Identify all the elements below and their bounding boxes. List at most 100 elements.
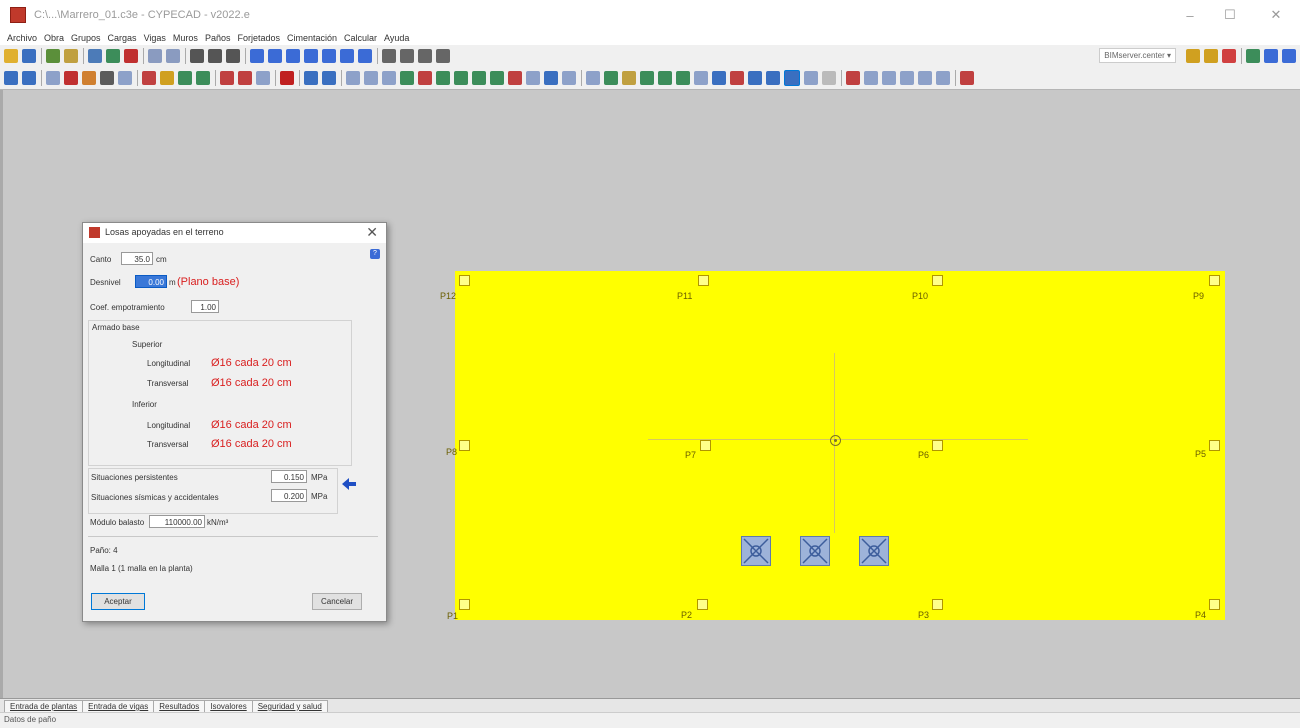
connect-icon[interactable] <box>490 70 504 85</box>
sup-long-value[interactable]: Ø16 cada 20 cm <box>211 357 292 369</box>
menu-panos[interactable]: Paños <box>205 33 231 43</box>
menu-muros[interactable]: Muros <box>173 33 198 43</box>
foundation-slab[interactable] <box>455 271 1225 620</box>
maximize-button[interactable]: ☐ <box>1210 0 1250 30</box>
strip-footing-icon[interactable] <box>472 70 486 85</box>
arrow-left-icon[interactable] <box>342 478 356 490</box>
zoom-all-icon[interactable] <box>304 48 318 63</box>
dialog-close-icon[interactable]: ✕ <box>366 224 378 241</box>
table-icon[interactable] <box>544 70 558 85</box>
layers-icon[interactable] <box>106 48 120 63</box>
wall-icon[interactable] <box>142 70 156 85</box>
opening-icon[interactable] <box>220 70 234 85</box>
column-p1[interactable] <box>459 599 470 610</box>
column-p5[interactable] <box>1209 440 1220 451</box>
inf-long-value[interactable]: Ø16 cada 20 cm <box>211 419 292 431</box>
accept-button[interactable]: Aceptar <box>91 593 145 610</box>
modulo-input[interactable]: 110000.00 <box>149 515 205 528</box>
print-icon[interactable] <box>864 70 878 85</box>
column-p6[interactable] <box>932 440 943 451</box>
sync-icon[interactable] <box>1264 48 1278 63</box>
load-icon[interactable] <box>82 70 96 85</box>
layers-view-icon[interactable] <box>694 70 708 85</box>
column-p8[interactable] <box>459 440 470 451</box>
hypotheses-icon[interactable] <box>676 70 690 85</box>
grid-icon[interactable] <box>382 48 396 63</box>
help-icon[interactable]: ? <box>370 249 380 259</box>
measure-icon[interactable] <box>436 48 450 63</box>
report-icon[interactable] <box>900 70 914 85</box>
desnivel-input[interactable]: 0.00 <box>135 275 167 288</box>
refresh-icon[interactable] <box>340 48 354 63</box>
column-p3[interactable] <box>932 599 943 610</box>
bimserver-combo[interactable]: BIMserver.center ▾ <box>1099 48 1176 63</box>
foundation-element-icon[interactable] <box>859 536 889 566</box>
beam-icon[interactable] <box>64 70 78 85</box>
ramp-icon[interactable] <box>256 70 270 85</box>
close-button[interactable]: ✕ <box>1256 0 1296 30</box>
snap-icon[interactable] <box>400 48 414 63</box>
floor-down-icon[interactable] <box>226 48 240 63</box>
menu-forjetados[interactable]: Forjetados <box>237 33 280 43</box>
column-p12[interactable] <box>459 275 470 286</box>
share-icon[interactable] <box>1246 48 1260 63</box>
minimize-button[interactable]: – <box>1170 0 1210 30</box>
bim-export-icon[interactable] <box>1222 48 1236 63</box>
delete-icon[interactable] <box>730 70 744 85</box>
save-icon[interactable] <box>22 48 36 63</box>
floor-up-icon[interactable] <box>190 48 204 63</box>
pan-icon[interactable] <box>322 48 336 63</box>
column-p7[interactable] <box>700 440 711 451</box>
column-icon[interactable] <box>100 70 114 85</box>
zoom-in-icon[interactable] <box>268 48 282 63</box>
undo-icon[interactable] <box>148 48 162 63</box>
bim-import-icon[interactable] <box>1186 48 1200 63</box>
open-icon[interactable] <box>4 48 18 63</box>
materials-icon[interactable] <box>622 70 636 85</box>
sup-trans-value[interactable]: Ø16 cada 20 cm <box>211 377 292 389</box>
loads-list-icon[interactable] <box>640 70 654 85</box>
polyline-icon[interactable] <box>304 70 318 85</box>
column-p9[interactable] <box>1209 275 1220 286</box>
plot-icon[interactable] <box>882 70 896 85</box>
redo-icon[interactable] <box>166 48 180 63</box>
sit-pers-input[interactable]: 0.150 <box>271 470 307 483</box>
dimension-icon[interactable] <box>322 70 336 85</box>
canto-input[interactable]: 35.0 <box>121 252 153 265</box>
column-p2[interactable] <box>697 599 708 610</box>
rotate-icon[interactable] <box>118 70 132 85</box>
spring-icon[interactable] <box>436 70 450 85</box>
visible-icon[interactable] <box>766 70 780 85</box>
mesh-edit-icon[interactable] <box>364 70 378 85</box>
pier-icon[interactable] <box>508 70 522 85</box>
footing-icon[interactable] <box>160 70 174 85</box>
close-panel-icon[interactable] <box>822 70 836 85</box>
cancel-button[interactable]: Cancelar <box>312 593 362 610</box>
mesh-icon[interactable] <box>346 70 360 85</box>
export-dxf-icon[interactable] <box>846 70 860 85</box>
plans-icon[interactable] <box>88 48 102 63</box>
align-icon[interactable] <box>586 70 600 85</box>
menu-cargas[interactable]: Cargas <box>108 33 137 43</box>
menu-grupos[interactable]: Grupos <box>71 33 101 43</box>
column-p11[interactable] <box>698 275 709 286</box>
punching-icon[interactable] <box>418 70 432 85</box>
new-slab-icon[interactable] <box>4 70 18 85</box>
foundation-slab-icon[interactable] <box>280 70 294 85</box>
check-icon[interactable] <box>604 70 618 85</box>
copy-group-icon[interactable] <box>64 48 78 63</box>
beam-foundation-icon[interactable] <box>454 70 468 85</box>
axis-icon[interactable] <box>418 48 432 63</box>
menu-ayuda[interactable]: Ayuda <box>384 33 409 43</box>
view-3d-icon[interactable] <box>358 48 372 63</box>
reinforcement-icon[interactable] <box>400 70 414 85</box>
coef-input[interactable]: 1.00 <box>191 300 219 313</box>
active-view-icon[interactable] <box>784 69 800 86</box>
sit-sism-input[interactable]: 0.200 <box>271 489 307 502</box>
lock-icon[interactable] <box>748 70 762 85</box>
details-icon[interactable] <box>936 70 950 85</box>
settings-icon[interactable] <box>960 70 974 85</box>
zoom-out-icon[interactable] <box>286 48 300 63</box>
bim-update-icon[interactable] <box>1204 48 1218 63</box>
column-p4[interactable] <box>1209 599 1220 610</box>
